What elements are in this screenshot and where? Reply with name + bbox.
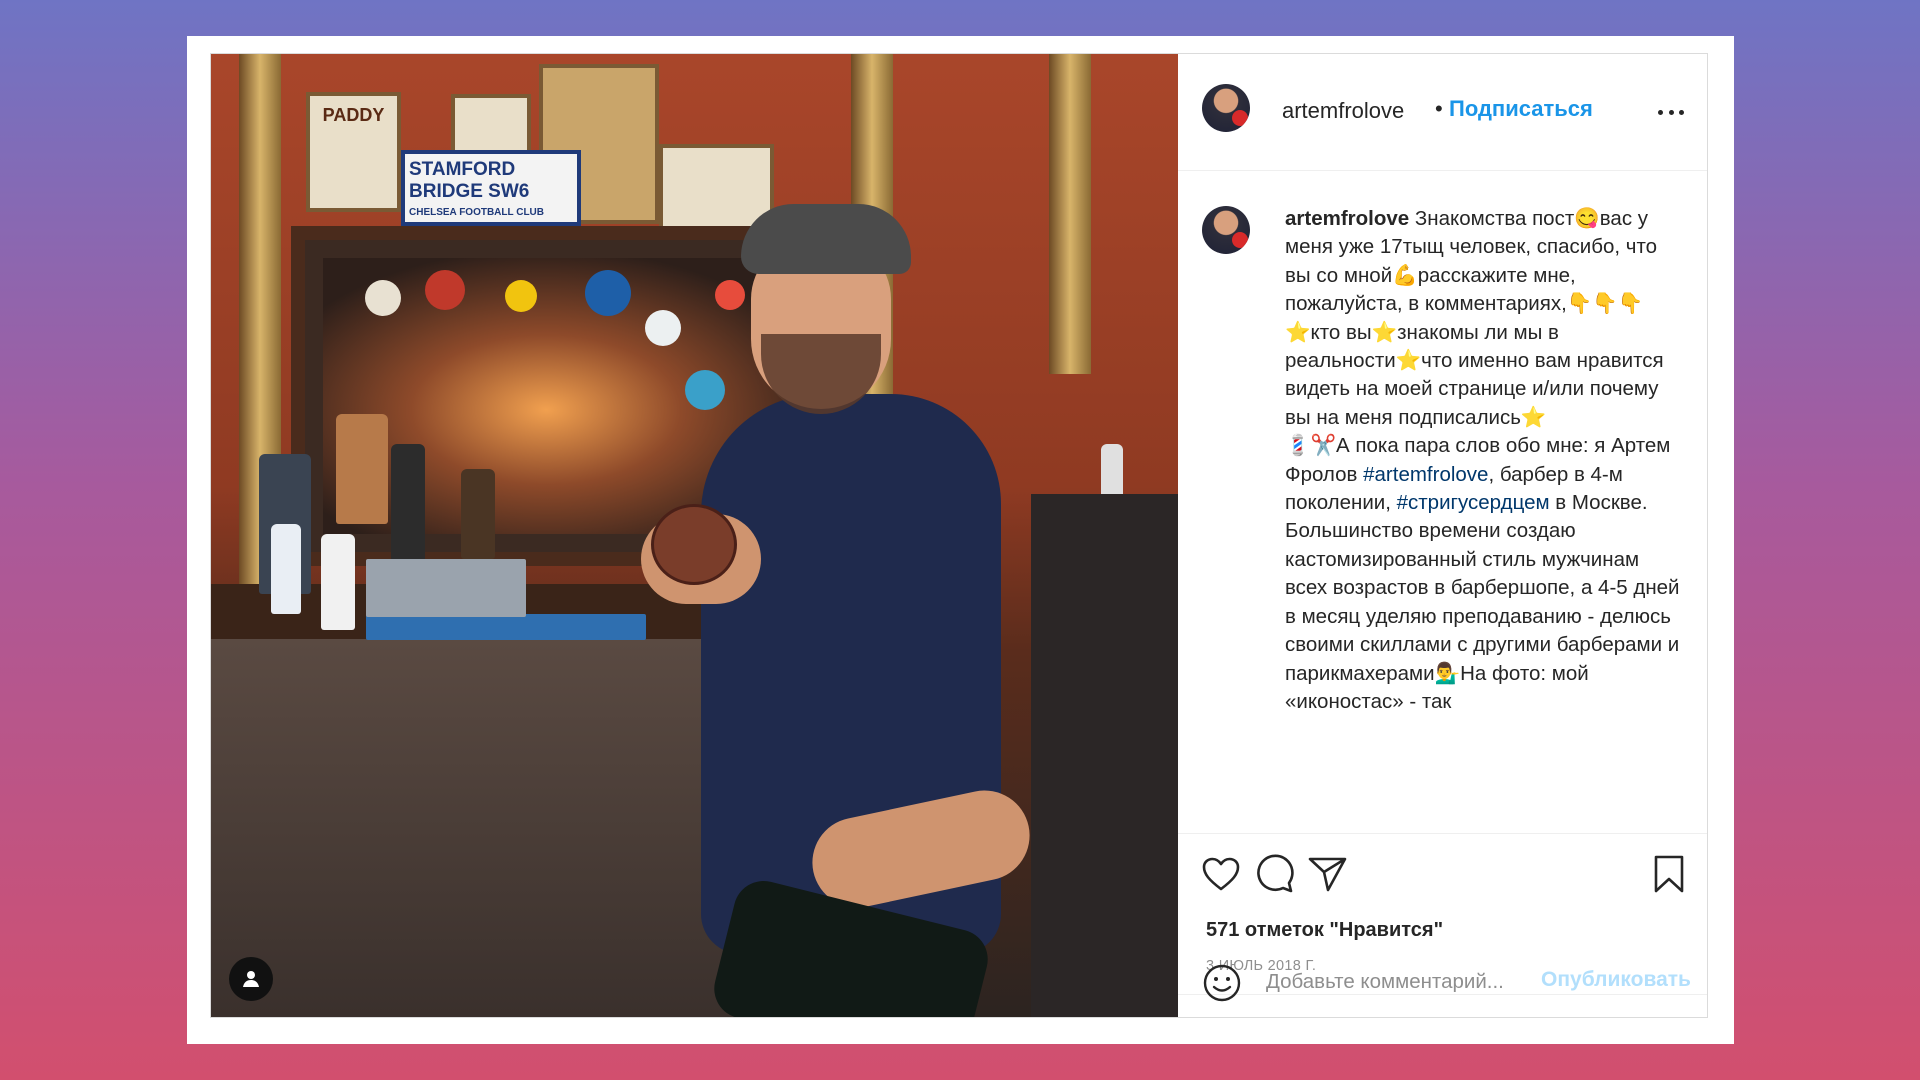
caption-text: Знакомства пост😋вас у меня уже 17тыщ чел… xyxy=(1285,207,1671,486)
caption-avatar[interactable] xyxy=(1202,206,1250,254)
header-separator: • xyxy=(1435,96,1443,121)
sticker xyxy=(585,270,631,316)
emoji-icon[interactable] xyxy=(1202,963,1242,1003)
bottle xyxy=(321,534,355,630)
barber-person xyxy=(641,204,1071,1017)
paddy-plaque: PADDY xyxy=(306,92,401,212)
post-caption: artemfrolove Знакомства пост😋вас у меня … xyxy=(1285,205,1685,716)
likes-count[interactable]: 571 отметок "Нравится" xyxy=(1206,919,1443,942)
instagram-post: PADDY STAMFORD BRIDGE SW6 CHELSEA FOOTBA… xyxy=(210,53,1708,1018)
street-sign-line3: CHELSEA FOOTBALL CLUB xyxy=(409,207,544,218)
avatar[interactable] xyxy=(1202,84,1250,132)
more-options-icon[interactable] xyxy=(1658,110,1684,118)
hashtag-artemfrolove[interactable]: #artemfrolove xyxy=(1363,463,1488,486)
post-side-panel: artemfrolove • Подписаться artemfrolove … xyxy=(1178,54,1707,1017)
bottle xyxy=(461,469,495,559)
comment-input[interactable] xyxy=(1266,965,1556,999)
sticker xyxy=(365,280,401,316)
pomade-tin xyxy=(651,504,737,585)
publish-button[interactable]: Опубликовать xyxy=(1541,968,1691,992)
photo-frame xyxy=(366,559,526,617)
flat-cap xyxy=(741,204,911,274)
sticker xyxy=(425,270,465,310)
comment-row: Опубликовать xyxy=(1178,949,1707,1017)
share-icon[interactable] xyxy=(1306,853,1348,895)
follow-button[interactable]: Подписаться xyxy=(1449,96,1593,122)
street-sign: STAMFORD BRIDGE SW6 CHELSEA FOOTBALL CLU… xyxy=(401,150,581,226)
bottle xyxy=(391,444,425,564)
post-photo[interactable]: PADDY STAMFORD BRIDGE SW6 CHELSEA FOOTBA… xyxy=(211,54,1178,1017)
street-sign-line2: BRIDGE SW6 xyxy=(409,181,530,202)
hashtag-strigu-serdtsem[interactable]: #стригусердцем xyxy=(1397,491,1550,514)
caption-text: в Москве. Большинство времени создаю кас… xyxy=(1285,491,1686,713)
barber-mat xyxy=(366,614,646,640)
bottle xyxy=(271,524,301,614)
bookmark-icon[interactable] xyxy=(1648,853,1690,895)
paddy-plaque-text: PADDY xyxy=(322,105,385,125)
wooden-box xyxy=(336,414,388,524)
caption-username[interactable]: artemfrolove xyxy=(1285,207,1409,230)
user-tag-icon-glyph xyxy=(243,971,259,987)
sticker xyxy=(505,280,537,312)
header-username[interactable]: artemfrolove xyxy=(1282,98,1404,124)
user-tag-icon[interactable] xyxy=(229,957,273,1001)
comment-icon[interactable] xyxy=(1253,853,1295,895)
caption-scroll-area[interactable]: artemfrolove Знакомства пост😋вас у меня … xyxy=(1178,170,1707,834)
heart-icon[interactable] xyxy=(1200,853,1242,895)
street-sign-line1: STAMFORD xyxy=(409,159,516,180)
screenshot-frame: PADDY STAMFORD BRIDGE SW6 CHELSEA FOOTBA… xyxy=(187,36,1734,1044)
post-header: artemfrolove • Подписаться xyxy=(1178,54,1707,171)
